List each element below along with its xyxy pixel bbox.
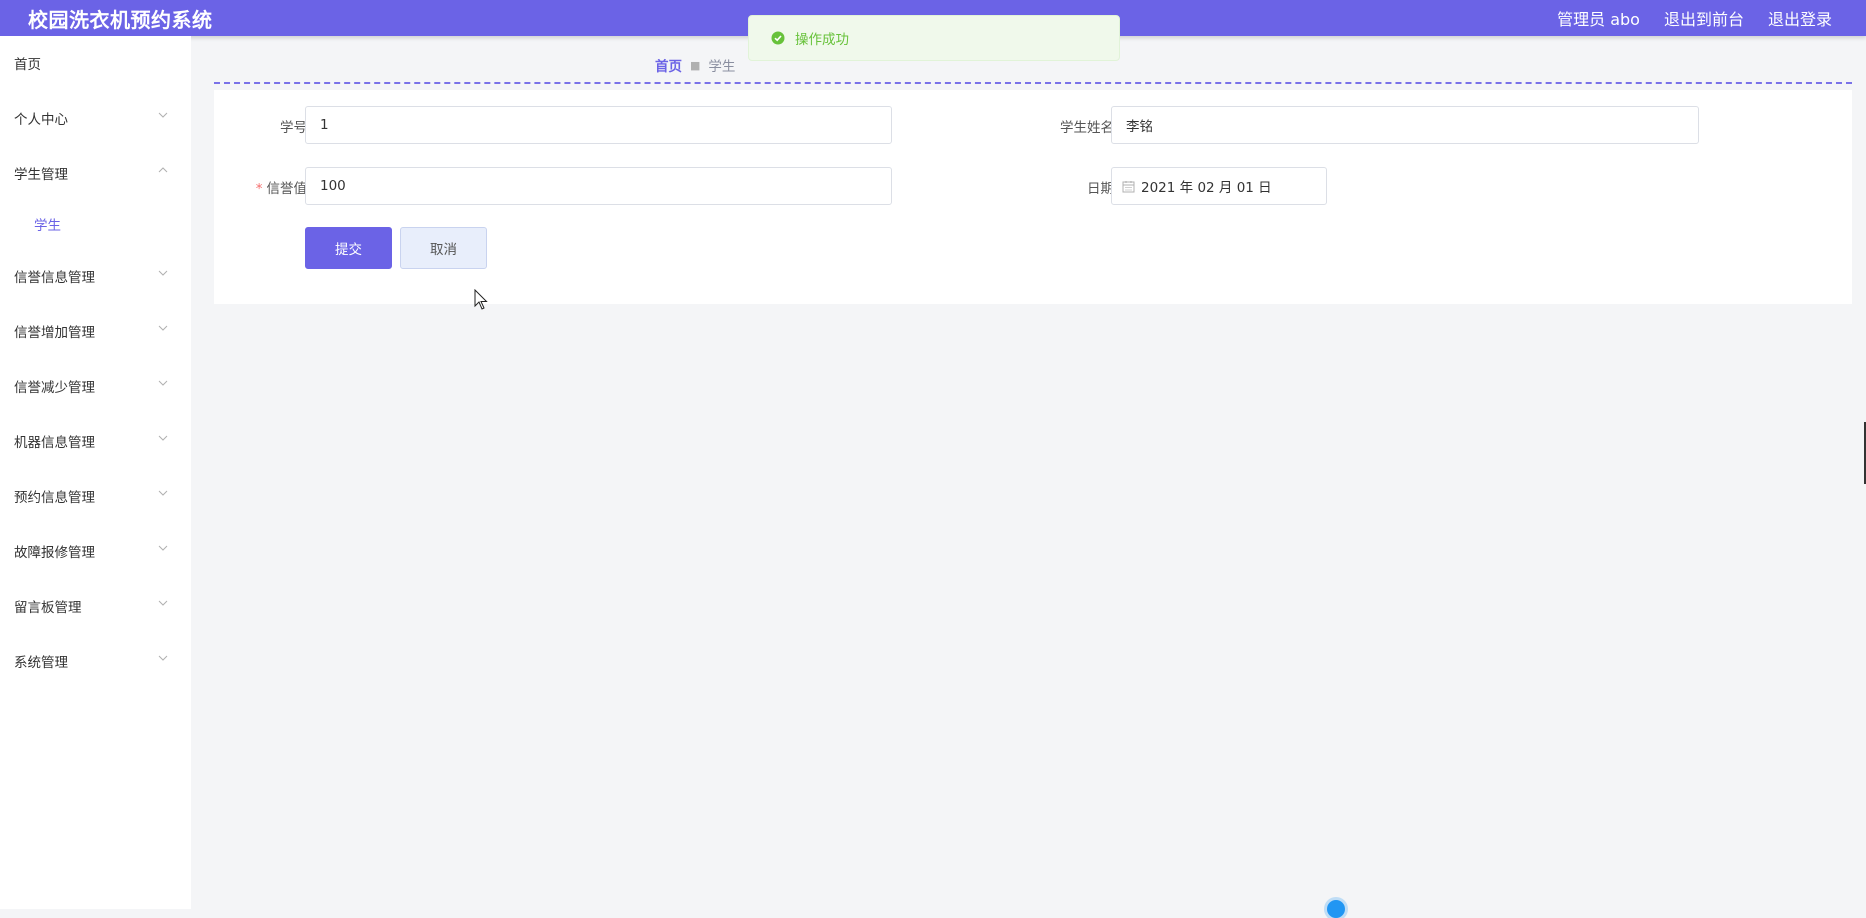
date-label: 日期 bbox=[1087, 181, 1114, 197]
student-id-input[interactable]: 1 bbox=[305, 106, 892, 144]
chevron-down-icon bbox=[158, 270, 168, 276]
sidebar-item-label: 机器信息管理 bbox=[14, 435, 95, 451]
date-picker[interactable]: 2021 年 02 月 01 日 bbox=[1111, 167, 1327, 205]
student-name-input[interactable]: 李铭 bbox=[1111, 106, 1699, 144]
student-id-label: 学号 bbox=[280, 120, 307, 136]
sidebar-item-label: 系统管理 bbox=[14, 655, 68, 671]
credit-label: * 信誉值 bbox=[217, 177, 307, 197]
breadcrumb-separator: ■ bbox=[690, 58, 701, 72]
chevron-down-icon bbox=[158, 655, 168, 661]
chevron-down-icon bbox=[158, 600, 168, 606]
chevron-down-icon bbox=[158, 435, 168, 441]
sidebar-item-label: 信誉减少管理 bbox=[14, 380, 95, 396]
date-value: 2021 年 02 月 01 日 bbox=[1141, 180, 1272, 196]
calendar-icon bbox=[1122, 180, 1135, 192]
chevron-down-icon bbox=[158, 325, 168, 331]
sidebar-item-home[interactable]: 首页 bbox=[0, 43, 191, 83]
sidebar-item-credit-increase[interactable]: 信誉增加管理 bbox=[0, 311, 191, 351]
chevron-down-icon bbox=[158, 380, 168, 386]
sidebar-item-message-board[interactable]: 留言板管理 bbox=[0, 586, 191, 626]
app-title: 校园洗衣机预约系统 bbox=[28, 8, 213, 32]
chevron-down-icon bbox=[158, 112, 168, 118]
sidebar-item-student-management[interactable]: 学生管理 bbox=[0, 153, 191, 193]
sidebar-item-label: 预约信息管理 bbox=[14, 490, 95, 506]
check-circle-icon bbox=[771, 31, 785, 45]
breadcrumb-divider bbox=[214, 82, 1852, 84]
sidebar-item-machine-info[interactable]: 机器信息管理 bbox=[0, 421, 191, 461]
sidebar-item-label: 留言板管理 bbox=[14, 600, 82, 616]
sidebar-item-credit-decrease[interactable]: 信誉减少管理 bbox=[0, 366, 191, 406]
toast-message: 操作成功 bbox=[795, 32, 849, 48]
sidebar-item-label: 学生管理 bbox=[14, 167, 68, 183]
credit-input[interactable]: 100 bbox=[305, 167, 892, 205]
sidebar-item-label: 故障报修管理 bbox=[14, 545, 95, 561]
floating-assistant-button[interactable] bbox=[1327, 900, 1345, 918]
success-toast: 操作成功 bbox=[748, 15, 1120, 61]
breadcrumb-current: 学生 bbox=[708, 59, 736, 75]
sidebar-item-student[interactable]: 学生 bbox=[0, 204, 191, 244]
student-name-label: 学生姓名 bbox=[1060, 120, 1114, 136]
mouse-cursor-icon bbox=[474, 289, 488, 310]
sidebar-item-reservation-info[interactable]: 预约信息管理 bbox=[0, 476, 191, 516]
credit-label-text: 信誉值 bbox=[266, 181, 308, 197]
cancel-button[interactable]: 取消 bbox=[400, 227, 487, 269]
logout-link[interactable]: 退出登录 bbox=[1768, 6, 1832, 30]
sidebar-item-system[interactable]: 系统管理 bbox=[0, 641, 191, 681]
chevron-down-icon bbox=[158, 490, 168, 496]
sidebar-item-label: 学生 bbox=[34, 218, 61, 234]
chevron-down-icon bbox=[158, 545, 168, 551]
sidebar-item-credit-info[interactable]: 信誉信息管理 bbox=[0, 256, 191, 296]
required-mark: * bbox=[255, 181, 263, 197]
sidebar-item-label: 个人中心 bbox=[14, 112, 68, 128]
submit-button[interactable]: 提交 bbox=[305, 227, 392, 269]
sidebar-item-personal-center[interactable]: 个人中心 bbox=[0, 98, 191, 138]
breadcrumb-home[interactable]: 首页 bbox=[655, 55, 682, 75]
top-right-links: 管理员 abo 退出到前台 退出登录 bbox=[1557, 6, 1832, 30]
sidebar-item-label: 信誉增加管理 bbox=[14, 325, 95, 341]
exit-to-frontend-link[interactable]: 退出到前台 bbox=[1664, 6, 1744, 30]
sidebar: 首页 个人中心 学生管理 学生 信誉信息管理 信誉增加管理 信誉减少管理 机器信… bbox=[0, 36, 191, 909]
admin-label: 管理员 abo bbox=[1557, 10, 1640, 29]
sidebar-item-label: 信誉信息管理 bbox=[14, 270, 95, 286]
chevron-up-icon bbox=[158, 167, 168, 173]
sidebar-item-fault-report[interactable]: 故障报修管理 bbox=[0, 531, 191, 571]
sidebar-item-label: 首页 bbox=[14, 57, 41, 73]
student-form: 学号 1 学生姓名 李铭 * 信誉值 100 日期 2021 年 02 月 01 … bbox=[214, 90, 1852, 304]
breadcrumb: 首页 ■ 学生 bbox=[655, 55, 736, 76]
